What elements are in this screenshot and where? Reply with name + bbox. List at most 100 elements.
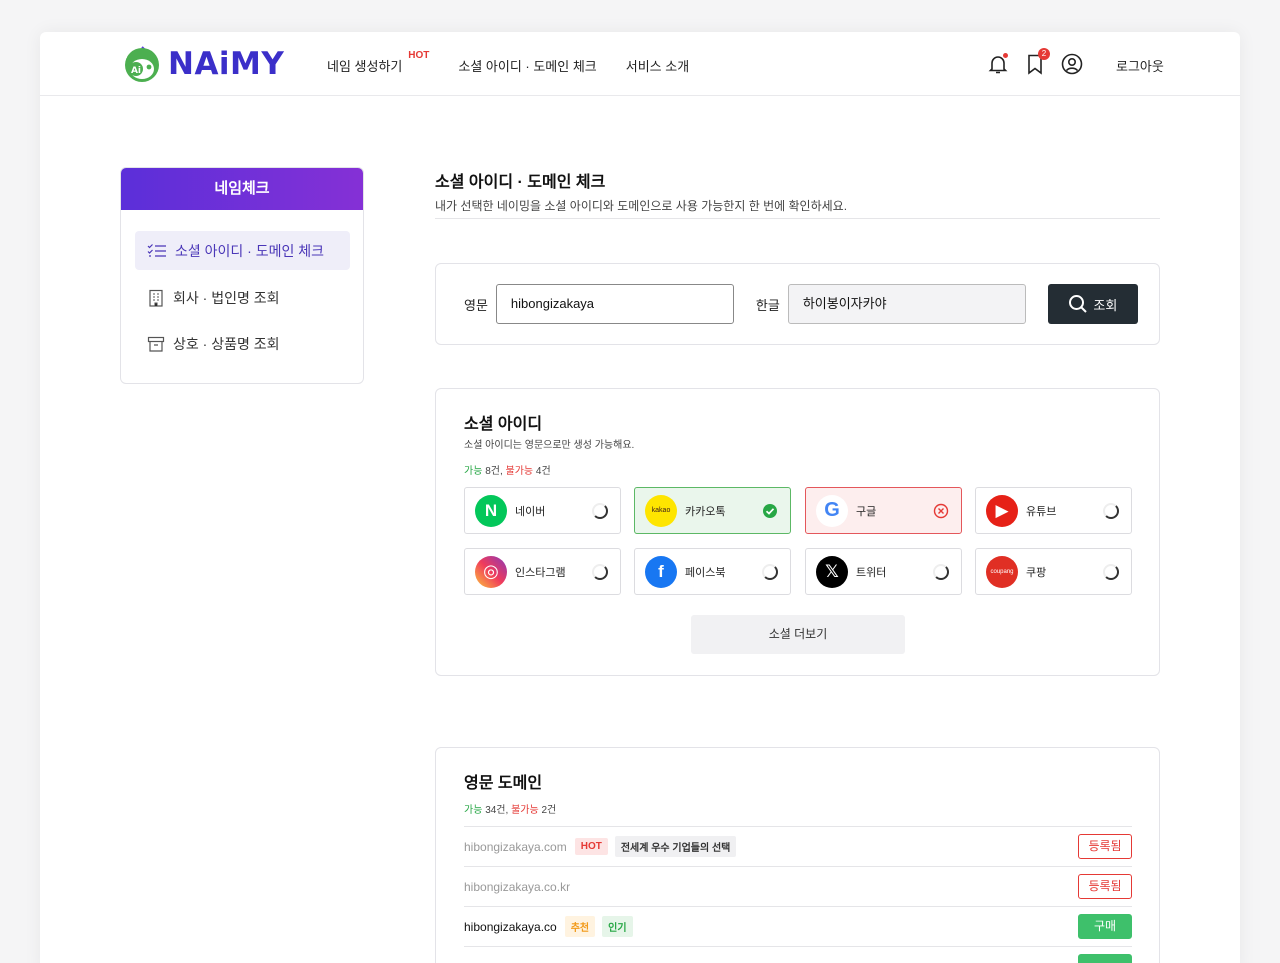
social-tile[interactable]: f 페이스북 bbox=[634, 548, 791, 595]
loading-spinner-icon bbox=[933, 564, 949, 580]
social-tile-name: 네이버 bbox=[515, 505, 546, 518]
registered-badge: 등록됨 bbox=[1078, 834, 1132, 859]
coupang-icon: coupang bbox=[986, 555, 1018, 588]
loading-spinner-icon bbox=[762, 564, 778, 580]
building-icon bbox=[149, 289, 163, 307]
buy-button[interactable] bbox=[1078, 954, 1132, 963]
domain-row bbox=[464, 946, 1132, 963]
unavailable-label: 불가능 bbox=[505, 466, 534, 477]
nav-item-label: 네임 생성하기 bbox=[327, 59, 403, 74]
sidebar-item-label: 소셜 아이디 · 도메인 체크 bbox=[175, 242, 325, 259]
brand-name: NAiMY bbox=[168, 46, 285, 82]
search-button-label: 조회 bbox=[1093, 297, 1118, 313]
nav-item-service-intro[interactable]: 서비스 소개 bbox=[626, 56, 689, 75]
social-tile-name: 유튜브 bbox=[1026, 505, 1057, 518]
korean-name-input[interactable]: 하이봉이자카야 bbox=[787, 284, 1026, 324]
loading-spinner-icon bbox=[592, 503, 608, 519]
unavailable-label: 불가능 bbox=[511, 805, 539, 816]
social-tile-name: 쿠팡 bbox=[1026, 566, 1047, 579]
domain-name: hibongizakaya.com bbox=[464, 839, 567, 854]
english-label: 영문 bbox=[464, 297, 488, 313]
page-title: 소셜 아이디 · 도메인 체크 bbox=[435, 174, 606, 191]
available-label: 가능 bbox=[464, 805, 483, 816]
sidebar-title: 네임체크 bbox=[121, 168, 363, 210]
nav-item-social-domain-check[interactable]: 소셜 아이디 · 도메인 체크 bbox=[458, 56, 596, 75]
loading-spinner-icon bbox=[1103, 503, 1119, 519]
registered-badge: 등록됨 bbox=[1078, 874, 1132, 899]
divider bbox=[435, 218, 1160, 219]
domain-tag: 전세계 우수 기업들의 선택 bbox=[614, 836, 737, 857]
loading-spinner-icon bbox=[592, 564, 608, 580]
korean-label: 한글 bbox=[755, 297, 780, 313]
nav-item-label: 서비스 소개 bbox=[625, 59, 690, 74]
domain-counts: 가능 34건, 불가능 2건 bbox=[464, 805, 557, 816]
social-tile-name: 카카오톡 bbox=[685, 505, 726, 518]
social-tile-name: 구글 bbox=[856, 505, 877, 518]
domain-name: hibongizakaya.co bbox=[464, 919, 557, 934]
social-more-button[interactable]: 소셜 더보기 bbox=[691, 615, 905, 654]
loading-spinner-icon bbox=[1103, 564, 1119, 580]
social-tile-name: 인스타그램 bbox=[515, 566, 566, 579]
app-window: Ai NAiMY 네임 생성하기 HOT 소셜 아이디 · 도메인 체크 서비스… bbox=[40, 32, 1240, 963]
brand-logo[interactable]: Ai NAiMY bbox=[120, 45, 284, 83]
instagram-icon: ◎ bbox=[475, 555, 507, 588]
available-count: 8건 bbox=[485, 466, 500, 477]
logout-link[interactable]: 로그아웃 bbox=[1116, 56, 1164, 75]
facebook-icon: f bbox=[645, 555, 677, 588]
checklist-icon bbox=[147, 243, 166, 257]
nav-item-name-generate[interactable]: 네임 생성하기 HOT bbox=[327, 50, 429, 75]
domain-tag: 추천 bbox=[564, 916, 596, 937]
social-tile[interactable]: kakao 카카오톡 bbox=[634, 487, 791, 534]
social-tile-name: 페이스북 bbox=[685, 566, 726, 579]
nav-item-label: 소셜 아이디 · 도메인 체크 bbox=[458, 59, 597, 74]
sidebar-item-trade-name-lookup[interactable]: 상호 · 상품명 조회 bbox=[135, 324, 350, 363]
domain-tag: HOT bbox=[574, 838, 608, 855]
search-icon bbox=[1069, 295, 1088, 313]
sidebar-item-label: 회사 · 법인명 조회 bbox=[173, 289, 280, 306]
top-header: Ai NAiMY 네임 생성하기 HOT 소셜 아이디 · 도메인 체크 서비스… bbox=[40, 32, 1240, 96]
available-count: 34건 bbox=[485, 805, 506, 816]
youtube-icon: ▶ bbox=[986, 494, 1018, 527]
domain-name: hibongizakaya.co.kr bbox=[464, 879, 571, 894]
social-tile[interactable]: ▶ 유튜브 bbox=[975, 487, 1132, 534]
x-circle-icon bbox=[933, 503, 949, 519]
search-card: 영문 hibongizakaya 한글 하이봉이자카야 조회 bbox=[435, 263, 1160, 345]
logo-mark-text: Ai bbox=[131, 66, 141, 76]
sidebar: 네임체크 소셜 아이디 · 도메인 체크 회사 · 법인명 조회 상호 · 상품… bbox=[120, 167, 364, 384]
domain-tag: 인기 bbox=[602, 916, 633, 937]
unavailable-count: 2건 bbox=[541, 805, 557, 816]
header-actions: 2 bbox=[986, 48, 1097, 76]
domain-section-title: 영문 도메인 bbox=[464, 775, 543, 792]
unavailable-count: 4건 bbox=[535, 466, 551, 477]
search-button[interactable]: 조회 bbox=[1047, 284, 1138, 324]
available-label: 가능 bbox=[464, 466, 483, 477]
google-icon: G bbox=[816, 494, 848, 527]
social-tile[interactable]: coupang 쿠팡 bbox=[975, 548, 1132, 595]
social-tile[interactable]: G 구글 bbox=[805, 487, 962, 534]
bell-icon[interactable] bbox=[986, 52, 1010, 76]
social-section-subtitle: 소셜 아이디는 영문으로만 생성 가능해요. bbox=[464, 440, 635, 451]
domain-row: hibongizakaya.com HOT 전세계 우수 기업들의 선택 등록됨 bbox=[464, 826, 1132, 866]
english-name-input[interactable]: hibongizakaya bbox=[495, 284, 734, 324]
sidebar-item-label: 상호 · 상품명 조회 bbox=[173, 335, 280, 352]
user-profile-icon[interactable] bbox=[1060, 52, 1084, 76]
domain-row: hibongizakaya.co.kr 등록됨 bbox=[464, 866, 1132, 906]
sidebar-item-social-domain-check[interactable]: 소셜 아이디 · 도메인 체크 bbox=[135, 231, 350, 270]
bookmark-count-badge: 2 bbox=[1038, 48, 1050, 60]
social-tile-name: 트위터 bbox=[856, 566, 887, 579]
check-circle-icon bbox=[762, 503, 778, 519]
buy-button[interactable]: 구매 bbox=[1078, 914, 1132, 939]
main-nav: 네임 생성하기 HOT 소셜 아이디 · 도메인 체크 서비스 소개 bbox=[327, 50, 718, 75]
english-domain-card: 영문 도메인 가능 34건, 불가능 2건 hibongizakaya.com H… bbox=[435, 747, 1160, 963]
social-tile[interactable]: 𝕏 트위터 bbox=[805, 548, 962, 595]
social-tile[interactable]: ◎ 인스타그램 bbox=[464, 548, 621, 595]
robot-logo-icon: Ai bbox=[120, 45, 164, 83]
hot-badge: HOT bbox=[408, 50, 430, 61]
social-tile[interactable]: N 네이버 bbox=[464, 487, 621, 534]
archive-icon bbox=[147, 336, 165, 352]
sidebar-item-company-lookup[interactable]: 회사 · 법인명 조회 bbox=[135, 278, 350, 317]
social-section-title: 소셜 아이디 bbox=[464, 416, 543, 433]
bookmark-icon[interactable]: 2 bbox=[1023, 48, 1050, 76]
x-twitter-icon: 𝕏 bbox=[816, 555, 848, 588]
social-counts: 가능 8건, 불가능 4건 bbox=[464, 466, 551, 477]
